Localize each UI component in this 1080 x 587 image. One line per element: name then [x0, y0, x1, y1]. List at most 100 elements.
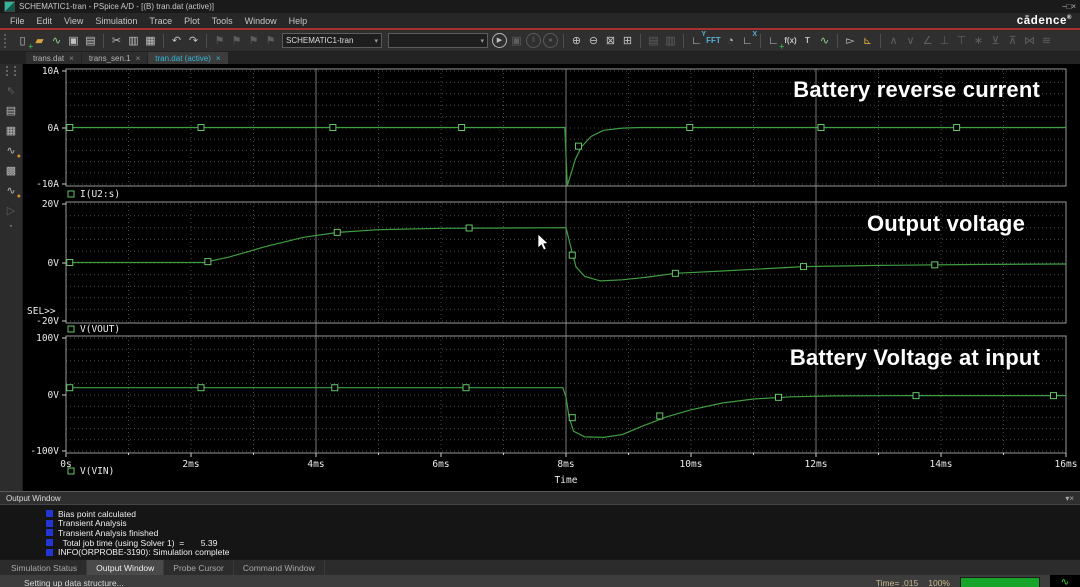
- document-tab-1[interactable]: trans.dat×: [26, 52, 81, 64]
- edit-trace-icon[interactable]: ∿●: [3, 183, 19, 198]
- y-axis-tick-label: 0V: [48, 258, 60, 269]
- close-tab-icon[interactable]: ×: [216, 54, 221, 63]
- toolbar: ▯+▰∿▣▤✂▥▦↶↷⚑⚑⚑⚑SCHEMATIC1-tran▾▾▶▣‖●⊕⊖⊠⊞…: [0, 30, 1080, 52]
- cursor-min-button: ⊥: [937, 33, 952, 49]
- bottom-tab-probe-cursor[interactable]: Probe Cursor: [164, 560, 234, 575]
- trace-marker: [67, 385, 73, 391]
- copy-button[interactable]: ▥: [126, 33, 141, 49]
- y-axis-tick-label: 0V: [48, 390, 60, 401]
- menu-window[interactable]: Window: [239, 16, 283, 26]
- waveform-tray-icon: ∿: [1050, 575, 1080, 587]
- waveform-plot-area[interactable]: 10A0A-10AI(U2:s)20V0V-20VV(VOUT)SEL>>100…: [23, 64, 1080, 491]
- y-axis-tick-label: -100V: [30, 446, 59, 457]
- document-tab-bar: trans.dat×trans_sen.1×tran.dat (active)×: [0, 52, 1080, 64]
- cut-button[interactable]: ✂: [109, 33, 124, 49]
- pause-icon: ‖: [532, 34, 535, 48]
- search-traces-icon[interactable]: ∿●: [3, 143, 19, 158]
- log-text: Transient Analysis finished: [58, 528, 158, 538]
- x-axis-tick-label: 10ms: [680, 459, 703, 470]
- measure-ruler-button[interactable]: ⊾: [860, 33, 875, 49]
- menu-plot[interactable]: Plot: [178, 16, 206, 26]
- new-file-icon: ▯: [19, 34, 25, 48]
- left-dock-toolbar: ⇖▤▦∿●▩∿●▷▪: [0, 64, 23, 491]
- redo-button[interactable]: ↷: [186, 33, 201, 49]
- pages-stack-icon[interactable]: ▩: [3, 163, 19, 178]
- trace-legend-label[interactable]: V(VOUT): [80, 324, 120, 335]
- y-axis-tick-label: -20V: [36, 316, 59, 327]
- bookmark-button: ⚑: [212, 33, 227, 49]
- open-simulation-results-button[interactable]: ∿: [49, 33, 64, 49]
- print-button[interactable]: ▤: [83, 33, 98, 49]
- trace-expression-combo[interactable]: ▾: [388, 33, 488, 48]
- toolbar-separator: [206, 34, 207, 48]
- bottom-tab-command-window[interactable]: Command Window: [234, 560, 325, 575]
- simulation-profile-select[interactable]: SCHEMATIC1-tran▾: [282, 33, 382, 48]
- log-y-axis-button: ▥: [663, 33, 678, 49]
- trace-marker: [657, 413, 663, 419]
- close-button[interactable]: ×: [1071, 2, 1076, 11]
- menu-simulation[interactable]: Simulation: [89, 16, 143, 26]
- mark-data-points-button[interactable]: ∟Y: [689, 33, 704, 49]
- save-button[interactable]: ▣: [66, 33, 81, 49]
- zoom-fit-button[interactable]: ⊞: [620, 33, 635, 49]
- add-marker-button[interactable]: ∿: [817, 33, 832, 49]
- waveform-chart[interactable]: 10A0A-10AI(U2:s)20V0V-20VV(VOUT)SEL>>100…: [23, 64, 1080, 491]
- eval-measurement-icon: ≋: [1042, 34, 1051, 48]
- text-label-icon: T: [805, 34, 810, 48]
- menu-tools[interactable]: Tools: [206, 16, 239, 26]
- menu-file[interactable]: File: [4, 16, 31, 26]
- bottom-tab-simulation-status[interactable]: Simulation Status: [2, 560, 87, 575]
- add-function-button[interactable]: f(x): [783, 33, 798, 49]
- cursor-x-values-icon: ∟: [742, 34, 753, 48]
- open-file-button[interactable]: ▰: [32, 33, 47, 49]
- add-trace-button[interactable]: ∟+: [766, 33, 781, 49]
- app-icon: [4, 1, 15, 12]
- toolbar-drag-handle: [4, 34, 10, 48]
- trace-legend-label[interactable]: V(VIN): [80, 466, 114, 477]
- bookmark-previous-button: ⚑: [246, 33, 261, 49]
- cursor-next-transition-icon: ⊼: [1008, 34, 1016, 48]
- simulation-document-icon[interactable]: ▦: [3, 123, 19, 138]
- pages-stack-icon: ▩: [6, 164, 16, 177]
- trace-marker: [205, 259, 211, 265]
- x-axis-tick-label: 16ms: [1055, 459, 1078, 470]
- undo-button[interactable]: ↶: [169, 33, 184, 49]
- menu-view[interactable]: View: [58, 16, 89, 26]
- badge-icon: ●: [17, 193, 21, 200]
- performance-analysis-button[interactable]: ◔: [723, 33, 738, 49]
- trace-legend-label[interactable]: I(U2:s): [80, 189, 120, 200]
- zoom-out-button[interactable]: ⊖: [586, 33, 601, 49]
- copy-icon: ▥: [128, 34, 138, 48]
- close-tab-icon[interactable]: ×: [69, 54, 74, 63]
- add-trace-icon: ∟: [768, 34, 779, 48]
- close-icon[interactable]: ×: [1069, 494, 1074, 503]
- cursor-trough-button: ∨: [903, 33, 918, 49]
- add-function-icon: f(x): [784, 34, 796, 48]
- bottom-tab-output-window[interactable]: Output Window: [87, 560, 164, 575]
- document-tab-3[interactable]: tran.dat (active)×: [148, 52, 227, 64]
- new-file-button[interactable]: ▯+: [15, 33, 30, 49]
- text-label-button[interactable]: T: [800, 33, 815, 49]
- cursor-x-values-button[interactable]: ∟X: [740, 33, 755, 49]
- toolbar-separator: [640, 34, 641, 48]
- toggle-cursor-button[interactable]: ▻: [843, 33, 858, 49]
- cursor-slope-icon: ∠: [923, 34, 933, 48]
- y-axis-tick-label: 0A: [48, 123, 60, 134]
- log-text: Transient Analysis: [58, 518, 127, 528]
- eval-measurement-button: ≋: [1039, 33, 1054, 49]
- simulation-document-icon: ▦: [6, 124, 16, 137]
- probe-marker-icon[interactable]: ▷: [3, 203, 19, 218]
- document-icon[interactable]: ▤: [3, 103, 19, 118]
- pin-icon[interactable]: ⇖: [3, 83, 19, 98]
- close-tab-icon[interactable]: ×: [136, 54, 141, 63]
- fft-button[interactable]: FFT: [706, 33, 721, 49]
- menu-edit[interactable]: Edit: [31, 16, 59, 26]
- zoom-area-button[interactable]: ⊠: [603, 33, 618, 49]
- menu-help[interactable]: Help: [283, 16, 314, 26]
- paste-button[interactable]: ▦: [143, 33, 158, 49]
- zoom-in-button[interactable]: ⊕: [569, 33, 584, 49]
- document-tab-2[interactable]: trans_sen.1×: [82, 52, 147, 64]
- menu-trace[interactable]: Trace: [143, 16, 178, 26]
- run-button[interactable]: ▶: [492, 33, 507, 48]
- y-axis-tick-label: -10A: [36, 179, 59, 190]
